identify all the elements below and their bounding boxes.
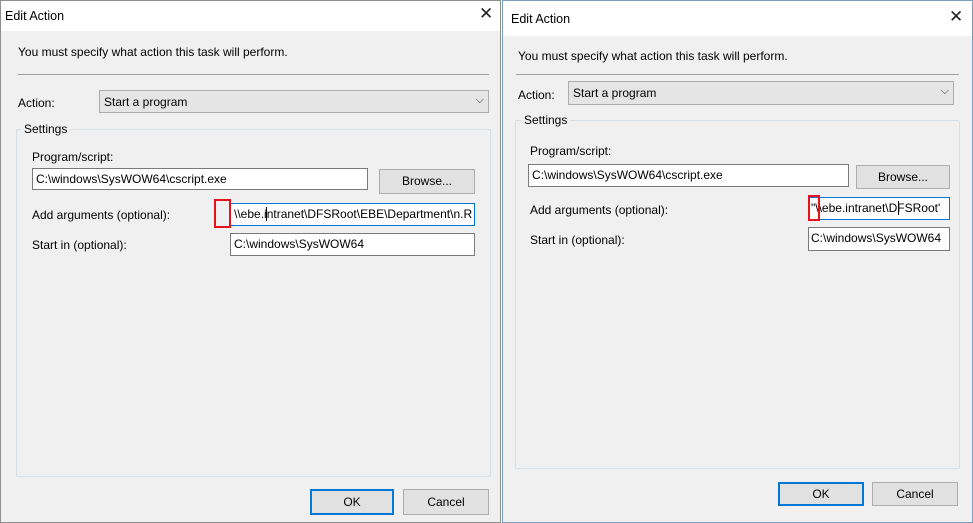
program-script-value: C:\windows\SysWOW64\cscript.exe [532,168,723,182]
action-dropdown[interactable]: Start a program ⌵ [568,81,954,105]
dialog-title: Edit Action [511,12,571,26]
add-arguments-input[interactable]: "\\ebe.intranet\DFSRoot' [808,197,950,220]
start-in-label: Start in (optional): [32,238,127,252]
start-in-value: C:\windows\SysWOW64 [811,231,942,245]
action-label: Action: [18,96,55,110]
red-highlight-box [808,195,820,221]
chevron-down-icon: ⌵ [940,84,949,97]
close-icon[interactable]: ✕ [949,9,963,26]
close-icon[interactable]: ✕ [479,6,493,23]
cancel-button[interactable]: Cancel [403,489,489,515]
action-dropdown-value: Start a program [573,86,657,100]
program-script-label: Program/script: [32,150,114,164]
edit-action-dialog-right: Edit Action ✕ You must specify what acti… [502,0,973,523]
text-caret [898,201,899,215]
title-bar: Edit Action ✕ [1,1,500,31]
program-script-label: Program/script: [530,144,612,158]
start-in-label: Start in (optional): [530,233,625,247]
browse-button[interactable]: Browse... [379,169,475,194]
red-highlight-box [214,199,231,228]
instruction-text: You must specify what action this task w… [18,45,288,59]
cancel-button[interactable]: Cancel [872,482,958,506]
action-dropdown-value: Start a program [104,95,188,109]
text-caret [266,207,267,221]
ok-button[interactable]: OK [778,482,864,506]
add-arguments-label: Add arguments (optional): [32,208,171,222]
add-arguments-value: \\ebe.intranet\DFSRoot\EBE\Department\n.… [234,207,473,221]
program-script-input[interactable]: C:\windows\SysWOW64\cscript.exe [528,164,849,187]
browse-button[interactable]: Browse... [856,165,950,189]
action-label: Action: [518,88,555,102]
settings-group-title: Settings [21,122,71,136]
instruction-text: You must specify what action this task w… [518,49,788,63]
edit-action-dialog-left: Edit Action ✕ You must specify what acti… [0,0,501,523]
ok-button[interactable]: OK [310,489,394,515]
separator [18,74,489,75]
title-bar: Edit Action ✕ [503,1,972,36]
program-script-input[interactable]: C:\windows\SysWOW64\cscript.exe [32,168,368,190]
chevron-down-icon: ⌵ [475,93,484,106]
add-arguments-label: Add arguments (optional): [530,203,669,217]
separator [516,74,959,75]
start-in-input[interactable]: C:\windows\SysWOW64 [230,233,475,256]
program-script-value: C:\windows\SysWOW64\cscript.exe [36,172,227,186]
start-in-value: C:\windows\SysWOW64 [234,237,365,251]
add-arguments-value: "\\ebe.intranet\DFSRoot' [811,201,941,215]
action-dropdown[interactable]: Start a program ⌵ [99,90,489,113]
add-arguments-input[interactable]: \\ebe.intranet\DFSRoot\EBE\Department\n.… [230,203,475,226]
dialog-title: Edit Action [5,9,65,23]
settings-group-title: Settings [521,113,571,127]
start-in-input[interactable]: C:\windows\SysWOW64 [808,227,950,251]
